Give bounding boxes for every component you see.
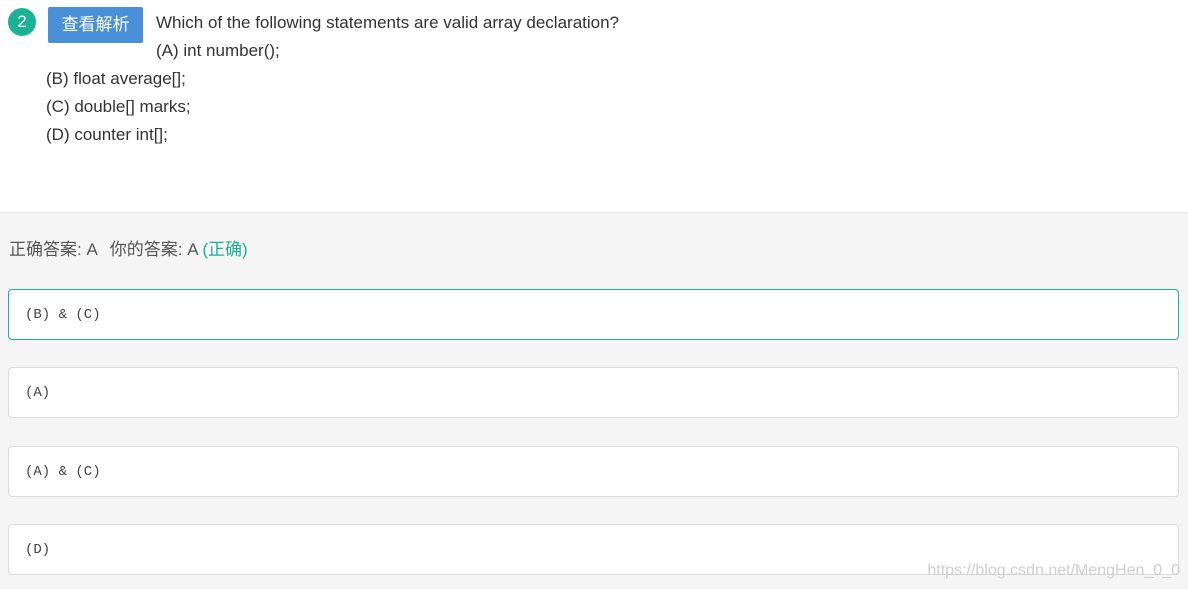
answer-panel: 正确答案: A 你的答案: A (正确) (B) & (C) (A) (A) & …: [0, 213, 1188, 589]
option-label: (A): [25, 385, 51, 401]
statement-c: (C) double[] marks;: [46, 97, 191, 116]
question-panel: 2 查看解析 Which of the following statements…: [0, 0, 1188, 213]
statement-b: (B) float average[];: [46, 69, 186, 88]
answer-status: (正确): [202, 240, 248, 259]
statement-d: (D) counter int[];: [46, 125, 168, 144]
your-answer-label: 你的答案: A: [109, 240, 198, 259]
option-1[interactable]: (B) & (C): [8, 289, 1179, 340]
option-label: (D): [25, 542, 51, 558]
option-2[interactable]: (A): [8, 367, 1179, 418]
question-text: Which of the following statements are va…: [156, 13, 620, 32]
option-label: (B) & (C): [25, 307, 101, 323]
statement-a: (A) int number();: [156, 41, 280, 60]
question-number-badge: 2: [8, 8, 36, 36]
answer-summary: 正确答案: A 你的答案: A (正确): [9, 239, 248, 261]
watermark: https://blog.csdn.net/MengHen_0_0: [927, 562, 1180, 579]
correct-answer-label: 正确答案: A: [9, 240, 98, 259]
view-analysis-button[interactable]: 查看解析: [48, 7, 143, 43]
option-label: (A) & (C): [25, 464, 101, 480]
option-3[interactable]: (A) & (C): [8, 446, 1179, 497]
